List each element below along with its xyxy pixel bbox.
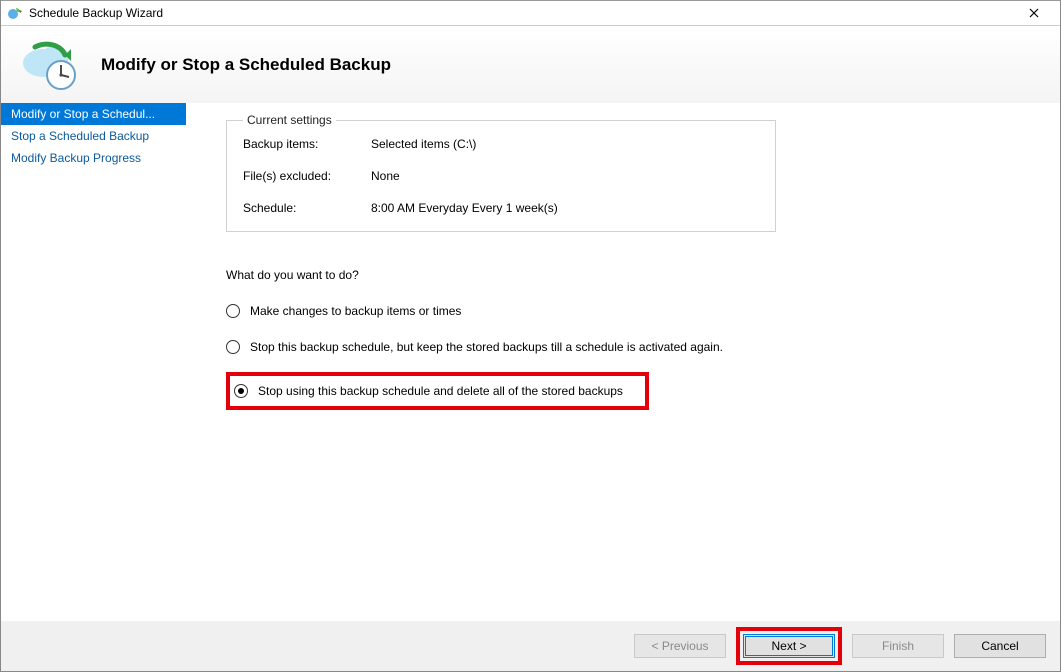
- body: Modify or Stop a Schedul... Stop a Sched…: [1, 103, 1060, 621]
- prompt-text: What do you want to do?: [226, 268, 1000, 282]
- sidebar-item-label: Stop a Scheduled Backup: [11, 129, 149, 143]
- schedule-value: 8:00 AM Everyday Every 1 week(s): [371, 201, 759, 215]
- option-label: Stop using this backup schedule and dele…: [258, 384, 623, 398]
- option-label: Make changes to backup items or times: [250, 304, 461, 318]
- option-make-changes[interactable]: Make changes to backup items or times: [226, 304, 1000, 318]
- app-icon: [7, 5, 23, 21]
- wizard-window: Schedule Backup Wizard Modify or Stop a …: [0, 0, 1061, 672]
- backup-items-label: Backup items:: [243, 137, 363, 151]
- sidebar-item-label: Modify or Stop a Schedul...: [11, 107, 155, 121]
- next-button[interactable]: Next >: [743, 634, 835, 658]
- backup-cloud-clock-icon: [21, 37, 81, 93]
- sidebar-step-modify-progress[interactable]: Modify Backup Progress: [1, 147, 186, 169]
- sidebar-step-stop-scheduled[interactable]: Stop a Scheduled Backup: [1, 125, 186, 147]
- current-settings-group: Current settings Backup items: Selected …: [226, 113, 776, 232]
- highlight-selected-option: Stop using this backup schedule and dele…: [226, 372, 649, 410]
- files-excluded-label: File(s) excluded:: [243, 169, 363, 183]
- radio-icon: [226, 304, 240, 318]
- highlight-next-button: Next >: [736, 627, 842, 665]
- wizard-steps-sidebar: Modify or Stop a Schedul... Stop a Sched…: [1, 103, 186, 621]
- previous-button: < Previous: [634, 634, 726, 658]
- sidebar-step-modify-stop[interactable]: Modify or Stop a Schedul...: [1, 103, 186, 125]
- settings-legend: Current settings: [243, 113, 336, 127]
- window-title: Schedule Backup Wizard: [29, 6, 1014, 20]
- radio-icon: [226, 340, 240, 354]
- cancel-button[interactable]: Cancel: [954, 634, 1046, 658]
- option-stop-keep-backups[interactable]: Stop this backup schedule, but keep the …: [226, 340, 1000, 354]
- titlebar: Schedule Backup Wizard: [1, 0, 1060, 26]
- main-content: Current settings Backup items: Selected …: [186, 103, 1060, 621]
- option-label: Stop this backup schedule, but keep the …: [250, 340, 723, 354]
- page-title: Modify or Stop a Scheduled Backup: [101, 55, 391, 75]
- schedule-label: Schedule:: [243, 201, 363, 215]
- sidebar-item-label: Modify Backup Progress: [11, 151, 141, 165]
- header-band: Modify or Stop a Scheduled Backup: [1, 26, 1060, 103]
- window-close-button[interactable]: [1014, 0, 1054, 26]
- wizard-footer: < Previous Next > Finish Cancel: [1, 621, 1060, 671]
- radio-icon: [234, 384, 248, 398]
- finish-button: Finish: [852, 634, 944, 658]
- files-excluded-value: None: [371, 169, 759, 183]
- option-stop-delete-backups[interactable]: Stop using this backup schedule and dele…: [234, 384, 623, 398]
- backup-items-value: Selected items (C:\): [371, 137, 759, 151]
